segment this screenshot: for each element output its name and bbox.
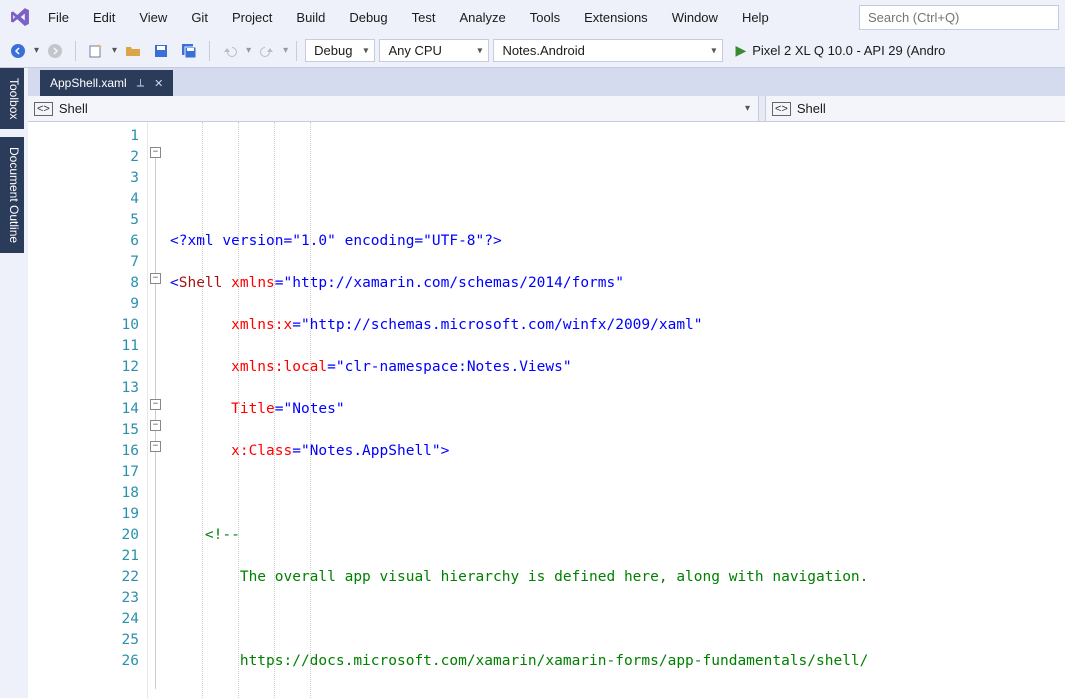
pin-icon[interactable]: ⟂ <box>137 77 144 90</box>
line-number: 25 <box>28 630 139 651</box>
save-all-button[interactable] <box>177 39 201 63</box>
menu-file[interactable]: File <box>36 4 81 31</box>
redo-button[interactable] <box>255 39 279 63</box>
line-number: 13 <box>28 378 139 399</box>
debug-target-button[interactable]: ▶ Pixel 2 XL Q 10.0 - API 29 (Andro <box>727 39 953 62</box>
line-number: 18 <box>28 483 139 504</box>
outline-margin[interactable]: − − − − − <box>148 122 166 698</box>
line-number: 14 <box>28 399 139 420</box>
menu-git[interactable]: Git <box>179 4 220 31</box>
toolbox-side-tab[interactable]: Toolbox <box>0 68 24 129</box>
menu-extensions[interactable]: Extensions <box>572 4 660 31</box>
line-number: 11 <box>28 336 139 357</box>
platform-dropdown[interactable]: Any CPU▾ <box>379 39 489 62</box>
line-number: 9 <box>28 294 139 315</box>
main-toolbar: ▾ ▾ ▾ ▾ Debug▾ Any CPU▾ Notes.Android▾ ▶… <box>0 34 1065 68</box>
line-number: 23 <box>28 588 139 609</box>
close-icon[interactable]: ✕ <box>154 77 163 90</box>
line-number: 12 <box>28 357 139 378</box>
document-outline-side-tab[interactable]: Document Outline <box>0 137 24 253</box>
line-number: 8 <box>28 273 139 294</box>
line-number: 17 <box>28 462 139 483</box>
line-number: 7 <box>28 252 139 273</box>
line-number: 5 <box>28 210 139 231</box>
nav-scope-left[interactable]: <> Shell ▾ <box>28 96 759 121</box>
open-button[interactable] <box>121 39 145 63</box>
line-number: 15 <box>28 420 139 441</box>
line-number: 24 <box>28 609 139 630</box>
document-tabstrip: AppShell.xaml ⟂ ✕ <box>28 68 1065 96</box>
search-input[interactable] <box>859 5 1059 30</box>
chevron-down-icon: ▾ <box>745 103 750 114</box>
startup-dropdown[interactable]: Notes.Android▾ <box>493 39 723 62</box>
line-number: 4 <box>28 189 139 210</box>
line-number: 22 <box>28 567 139 588</box>
menu-view[interactable]: View <box>127 4 179 31</box>
line-number-gutter: 1234567891011121314151617181920212223242… <box>28 122 148 698</box>
element-icon: <> <box>772 102 791 116</box>
menu-test[interactable]: Test <box>400 4 448 31</box>
line-number: 19 <box>28 504 139 525</box>
save-button[interactable] <box>149 39 173 63</box>
line-number: 3 <box>28 168 139 189</box>
menu-analyze[interactable]: Analyze <box>447 4 517 31</box>
code-editor[interactable]: 1234567891011121314151617181920212223242… <box>28 122 1065 698</box>
menu-help[interactable]: Help <box>730 4 781 31</box>
menu-tools[interactable]: Tools <box>518 4 572 31</box>
menu-bar: FileEditViewGitProjectBuildDebugTestAnal… <box>0 0 1065 34</box>
config-dropdown[interactable]: Debug▾ <box>305 39 375 62</box>
line-number: 10 <box>28 315 139 336</box>
play-icon: ▶ <box>735 42 746 59</box>
nav-forward-button[interactable] <box>43 39 67 63</box>
line-number: 16 <box>28 441 139 462</box>
menu-build[interactable]: Build <box>284 4 337 31</box>
menu-window[interactable]: Window <box>660 4 730 31</box>
menu-debug[interactable]: Debug <box>337 4 399 31</box>
code-content[interactable]: <?xml version="1.0" encoding="UTF-8"?> <… <box>166 122 1065 698</box>
line-number: 26 <box>28 651 139 672</box>
line-number: 6 <box>28 231 139 252</box>
line-number: 2 <box>28 147 139 168</box>
undo-button[interactable] <box>218 39 242 63</box>
line-number: 21 <box>28 546 139 567</box>
line-number: 1 <box>28 126 139 147</box>
menu-project[interactable]: Project <box>220 4 284 31</box>
menu-edit[interactable]: Edit <box>81 4 127 31</box>
document-tab[interactable]: AppShell.xaml ⟂ ✕ <box>40 70 173 96</box>
line-number: 20 <box>28 525 139 546</box>
nav-back-button[interactable] <box>6 39 30 63</box>
vs-logo-icon <box>6 3 34 31</box>
nav-scope-right[interactable]: <> Shell <box>765 96 1065 121</box>
element-icon: <> <box>34 102 53 116</box>
new-item-button[interactable] <box>84 39 108 63</box>
